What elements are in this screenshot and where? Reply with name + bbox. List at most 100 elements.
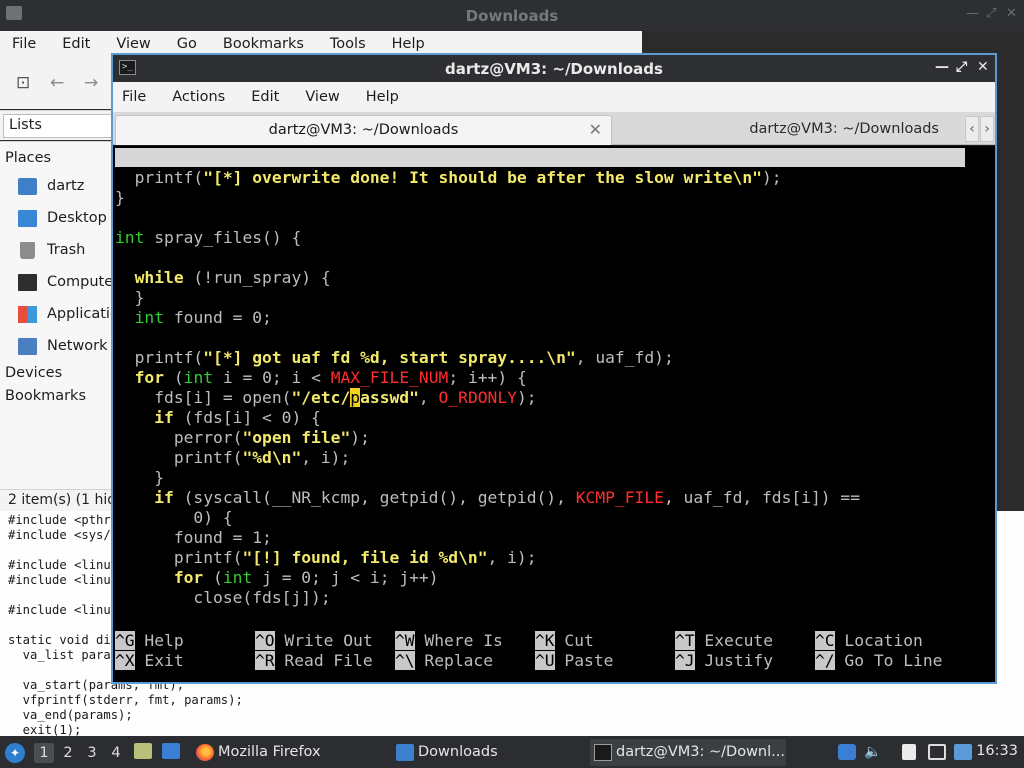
code-token: "open file" <box>242 428 351 447</box>
close-icon[interactable]: ✕ <box>977 59 989 75</box>
code-line[interactable]: for (int j = 0; j < i; j++) <box>115 568 860 588</box>
path-mode-select[interactable]: Lists <box>3 114 112 138</box>
code-line[interactable] <box>115 208 860 228</box>
code-token: } <box>115 288 145 307</box>
close-icon[interactable]: ✕ <box>1006 6 1017 21</box>
shortcut-exit[interactable]: ^X Exit <box>115 651 184 671</box>
shortcut-justify[interactable]: ^J Justify <box>675 651 773 671</box>
taskbar-app-downloads[interactable]: Downloads <box>392 739 582 766</box>
terminal-titlebar[interactable]: >_ dartz@VM3: ~/Downloads — ⤢ ✕ <box>113 55 995 82</box>
shortcut-cut[interactable]: ^K Cut <box>535 631 594 651</box>
code-line[interactable]: printf("%d\n", i); <box>115 448 860 468</box>
network-tray-icon[interactable] <box>928 744 946 760</box>
workspace-3[interactable]: 3 <box>82 743 102 763</box>
sidebar-item-applications[interactable]: Applications <box>18 302 113 326</box>
code-line[interactable]: int found = 0; <box>115 308 860 328</box>
menu-go[interactable]: Go <box>177 36 197 52</box>
menu-help[interactable]: Help <box>366 89 399 105</box>
shortcut-go-to-line[interactable]: ^/ Go To Line <box>815 651 942 671</box>
taskbar-app-label: dartz@VM3: ~/Downl... <box>616 744 785 760</box>
code-line[interactable]: if (syscall(__NR_kcmp, getpid(), getpid(… <box>115 488 860 508</box>
menu-file[interactable]: File <box>12 36 36 52</box>
code-line[interactable]: for (int i = 0; i < MAX_FILE_NUM; i++) { <box>115 368 860 388</box>
sidebar-item-desktop[interactable]: Desktop <box>18 206 113 230</box>
sidebar-item-dartz[interactable]: dartz <box>18 174 113 198</box>
back-arrow-icon[interactable]: ← <box>50 73 64 93</box>
code-token: int <box>134 308 165 327</box>
code-line[interactable]: close(fds[j]); <box>115 588 860 608</box>
shortcut-write-out[interactable]: ^O Write Out <box>255 631 373 651</box>
nano-editor[interactable]: GNU nano 6.2 exp.c printf("[*] overwrite… <box>113 146 995 682</box>
code-line[interactable]: printf("[!] found, file id %d\n", i); <box>115 548 860 568</box>
file-manager-launcher-icon[interactable] <box>134 743 152 759</box>
volume-icon[interactable]: 🔈 <box>864 744 882 760</box>
code-token: "/etc/ <box>291 388 351 407</box>
devices-heading[interactable]: Devices <box>5 365 62 381</box>
sidebar-item-network[interactable]: Network <box>18 334 113 358</box>
menu-tools[interactable]: Tools <box>330 36 366 52</box>
shortcut-where-is[interactable]: ^W Where Is <box>395 631 503 651</box>
shortcut-replace[interactable]: ^\ Replace <box>395 651 493 671</box>
menu-help[interactable]: Help <box>392 36 425 52</box>
bookmarks-heading[interactable]: Bookmarks <box>5 388 86 404</box>
shortcut-location[interactable]: ^C Location <box>815 631 923 651</box>
code-line[interactable]: printf("[*] overwrite done! It should be… <box>115 168 860 188</box>
menu-file[interactable]: File <box>122 89 146 105</box>
tab-active[interactable]: dartz@VM3: ~/Downloads ✕ <box>115 115 612 145</box>
menu-view[interactable]: View <box>305 89 339 105</box>
show-desktop-icon[interactable] <box>162 743 180 759</box>
path-bar: Lists <box>0 110 112 140</box>
start-menu-icon[interactable]: ✦ <box>5 743 25 763</box>
menu-edit[interactable]: Edit <box>251 89 279 105</box>
bluetooth-icon[interactable] <box>838 744 856 760</box>
code-area[interactable]: printf("[*] overwrite done! It should be… <box>115 168 860 608</box>
update-notifier-icon[interactable] <box>954 744 972 760</box>
taskbar-app-terminal[interactable]: dartz@VM3: ~/Downl... <box>590 739 786 766</box>
shortcut-row: ^G Help ^O Write Out ^W Where Is ^K Cut ^T E… <box>115 631 975 651</box>
code-token: , i); <box>301 448 351 467</box>
code-token: } <box>115 188 125 207</box>
menu-bookmarks[interactable]: Bookmarks <box>223 36 304 52</box>
code-line[interactable]: } <box>115 188 860 208</box>
file-manager-titlebar[interactable]: Downloads — ⤢ ✕ <box>0 0 1024 31</box>
code-line[interactable]: fds[i] = open("/etc/passwd", O_RDONLY); <box>115 388 860 408</box>
shortcut-paste[interactable]: ^U Paste <box>535 651 613 671</box>
sidebar-item-computer[interactable]: Computer <box>18 270 113 294</box>
shortcut-execute[interactable]: ^T Execute <box>675 631 773 651</box>
code-line[interactable] <box>115 248 860 268</box>
terminal-window[interactable]: >_ dartz@VM3: ~/Downloads — ⤢ ✕ File Act… <box>111 53 997 684</box>
code-line[interactable]: int spray_files() { <box>115 228 860 248</box>
shortcut-read-file[interactable]: ^R Read File <box>255 651 373 671</box>
chevron-left-icon[interactable]: ‹ <box>965 116 979 142</box>
clipboard-icon[interactable] <box>902 744 916 760</box>
workspace-2[interactable]: 2 <box>58 743 78 763</box>
code-line[interactable] <box>115 328 860 348</box>
taskbar-app-firefox[interactable]: Mozilla Firefox <box>192 739 382 766</box>
close-tab-icon[interactable]: ✕ <box>589 116 602 144</box>
menu-edit[interactable]: Edit <box>62 36 90 52</box>
code-line[interactable]: if (fds[i] < 0) { <box>115 408 860 428</box>
chevron-right-icon[interactable]: › <box>980 116 994 142</box>
minimize-icon[interactable]: — <box>966 6 979 21</box>
sidebar-item-trash[interactable]: Trash <box>18 238 113 262</box>
code-line[interactable]: } <box>115 468 860 488</box>
tab-inactive[interactable]: dartz@VM3: ~/Downloads <box>613 115 963 145</box>
code-line[interactable]: printf("[*] got uaf fd %d, start spray..… <box>115 348 860 368</box>
maximize-icon[interactable]: ⤢ <box>986 6 996 21</box>
shortcut-help[interactable]: ^G Help <box>115 631 184 651</box>
code-line[interactable]: perror("open file"); <box>115 428 860 448</box>
workspace-4[interactable]: 4 <box>106 743 126 763</box>
code-line[interactable]: 0) { <box>115 508 860 528</box>
minimize-icon[interactable]: — <box>935 59 949 75</box>
new-tab-icon[interactable]: ⊡ <box>16 73 30 93</box>
code-line[interactable]: found = 1; <box>115 528 860 548</box>
code-line[interactable]: } <box>115 288 860 308</box>
maximize-icon[interactable]: ⤢ <box>956 59 967 75</box>
menu-actions[interactable]: Actions <box>172 89 225 105</box>
forward-arrow-icon[interactable]: → <box>84 73 98 93</box>
workspace-1[interactable]: 1 <box>34 743 54 763</box>
code-line[interactable]: while (!run_spray) { <box>115 268 860 288</box>
text-cursor: p <box>350 388 361 407</box>
menu-view[interactable]: View <box>116 36 150 52</box>
